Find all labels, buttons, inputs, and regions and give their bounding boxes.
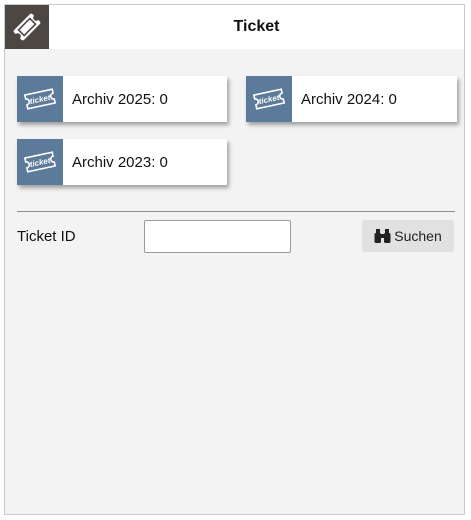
ticket-id-label: Ticket ID [17,228,76,245]
divider [17,211,455,212]
ticket-icon: ticket [246,76,292,122]
archive-2025-label: Archiv 2025: 0 [72,90,168,108]
search-button[interactable]: Suchen [362,220,454,252]
archive-2024-label: Archiv 2024: 0 [301,90,397,108]
binoculars-icon [374,228,391,244]
archive-2024-tile[interactable]: ticket Archiv 2024: 0 [246,76,457,122]
app-frame: Ticket ticket Archiv 2025: 0 ticket Arch… [4,4,465,515]
ticket-icon: ticket [17,139,63,185]
page-title: Ticket [233,18,280,35]
header: Ticket [5,5,464,49]
archive-2023-label: Archiv 2023: 0 [72,153,168,171]
ticket-icon: ticket [17,76,63,122]
ticket-id-input[interactable] [144,220,291,253]
ticket-logo-icon [5,5,49,49]
search-button-label: Suchen [394,228,442,244]
archive-2023-tile[interactable]: ticket Archiv 2023: 0 [17,139,227,185]
archive-2025-tile[interactable]: ticket Archiv 2025: 0 [17,76,227,122]
